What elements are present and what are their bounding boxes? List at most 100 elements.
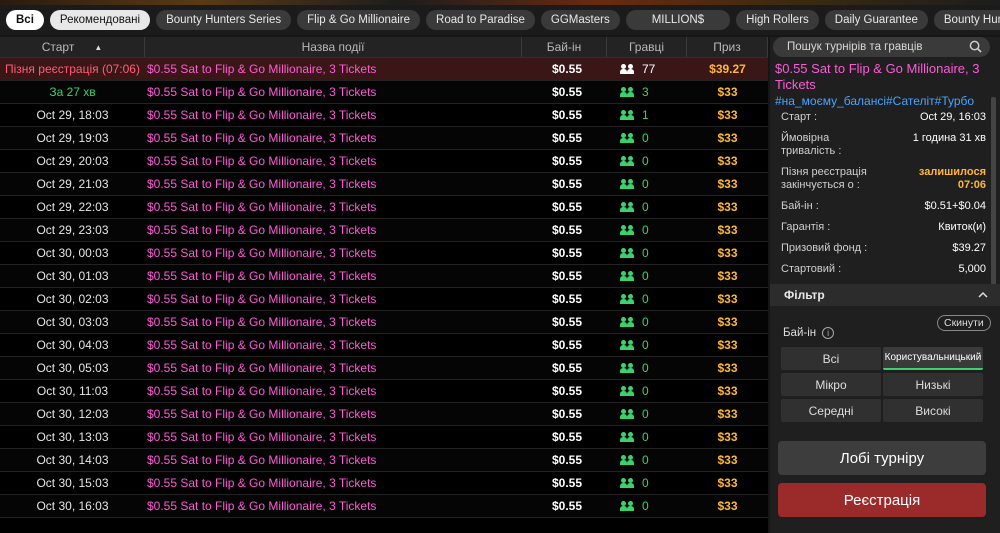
details-scrollbar[interactable] <box>991 97 996 287</box>
col-header-prize[interactable]: Приз <box>687 37 768 57</box>
row-prize: $33 <box>717 177 738 191</box>
row-buyin: $0.55 <box>551 108 583 122</box>
players-icon <box>620 501 634 511</box>
row-start-time: Oct 29, 23:03 <box>36 223 109 237</box>
row-prize: $33 <box>717 154 738 168</box>
filter-pill-flip-go[interactable]: Flip & Go Millionaire <box>297 10 421 30</box>
filter-pill-all[interactable]: Всі <box>6 10 44 30</box>
table-row[interactable]: Oct 30, 14:03 $0.55 Sat to Flip & Go Mill… <box>0 449 768 472</box>
row-buyin: $0.55 <box>551 476 583 490</box>
table-row[interactable]: Oct 29, 22:03 $0.55 Sat to Flip & Go Mill… <box>0 196 768 219</box>
row-start-time: Oct 30, 16:03 <box>36 499 109 513</box>
row-start-time: Oct 29, 19:03 <box>36 131 109 145</box>
tournament-details-panel: Пошук турнірів та гравців $0.55 Sat to F… <box>770 37 1000 533</box>
filter-pill-high-rollers[interactable]: High Rollers <box>736 10 819 30</box>
col-header-name[interactable]: Назва події <box>145 37 522 57</box>
players-icon <box>620 340 634 350</box>
table-row[interactable]: Oct 30, 16:03 $0.55 Sat to Flip & Go Mill… <box>0 495 768 518</box>
row-start-time: Oct 29, 22:03 <box>36 200 109 214</box>
players-icon <box>620 64 634 74</box>
buyin-option-low[interactable]: Низькі <box>883 373 983 396</box>
row-players: 0 <box>607 219 687 241</box>
table-row[interactable]: Oct 29, 20:03 $0.55 Sat to Flip & Go Mill… <box>0 150 768 173</box>
buyin-option-all[interactable]: Всі <box>781 347 881 370</box>
players-icon <box>620 87 634 97</box>
row-tournament-name: $0.55 Sat to Flip & Go Millionaire, 3 Ti… <box>147 315 377 329</box>
buyin-option-micro[interactable]: Мікро <box>781 373 881 396</box>
table-header: Старт ▲ Назва події Бай-ін Гравці Приз <box>0 37 768 58</box>
row-tournament-name: $0.55 Sat to Flip & Go Millionaire, 3 Ti… <box>147 476 377 490</box>
row-players-count: 0 <box>642 407 649 421</box>
row-buyin: $0.55 <box>551 338 583 352</box>
row-prize: $33 <box>717 131 738 145</box>
table-row[interactable]: Oct 30, 11:03 $0.55 Sat to Flip & Go Mill… <box>0 380 768 403</box>
row-prize: $33 <box>717 361 738 375</box>
table-row[interactable]: Oct 29, 18:03 $0.55 Sat to Flip & Go Mill… <box>0 104 768 127</box>
row-start-time: Oct 29, 21:03 <box>36 177 109 191</box>
buyin-option-medium[interactable]: Середні <box>781 399 881 422</box>
row-players: 0 <box>607 472 687 494</box>
tournament-title-text: $0.55 Sat to Flip & Go Millionaire, 3 Ti… <box>775 61 980 92</box>
table-row[interactable]: Oct 30, 04:03 $0.55 Sat to Flip & Go Mill… <box>0 334 768 357</box>
info-row: Старт : Oct 29, 16:03 <box>781 111 986 124</box>
register-button[interactable]: Реєстрація <box>778 483 986 517</box>
filter-pill-road-to-paradise[interactable]: Road to Paradise <box>426 10 535 30</box>
row-players: 0 <box>607 357 687 379</box>
filter-pill-ggmasters[interactable]: GGMasters <box>540 10 620 30</box>
row-buyin: $0.55 <box>551 85 583 99</box>
col-header-buyin[interactable]: Бай-ін <box>522 37 607 57</box>
table-row[interactable]: Oct 29, 21:03 $0.55 Sat to Flip & Go Mill… <box>0 173 768 196</box>
row-players-count: 0 <box>642 223 649 237</box>
row-players: 0 <box>607 495 687 517</box>
search-input[interactable]: Пошук турнірів та гравців <box>773 37 990 57</box>
row-players-count: 0 <box>642 177 649 191</box>
table-row[interactable]: Oct 29, 23:03 $0.55 Sat to Flip & Go Mill… <box>0 219 768 242</box>
info-label: Пізня реєстрація закінчується о : <box>781 166 867 191</box>
filter-pill-recommended[interactable]: Рекомендовані <box>49 10 151 30</box>
info-row: Ймовірна тривалість : 1 година 31 хв <box>781 132 986 158</box>
row-players-count: 0 <box>642 269 649 283</box>
players-icon <box>620 386 634 396</box>
col-header-players[interactable]: Гравці <box>607 37 687 57</box>
table-row[interactable]: За 27 хв $0.55 Sat to Flip & Go Millionai… <box>0 81 768 104</box>
search-icon[interactable] <box>969 40 982 53</box>
row-tournament-name: $0.55 Sat to Flip & Go Millionaire, 3 Ti… <box>147 407 377 421</box>
table-row[interactable]: Oct 30, 00:03 $0.55 Sat to Flip & Go Mill… <box>0 242 768 265</box>
table-body: Пізня реєстрація (07:06) $0.55 Sat to Fli… <box>0 58 768 533</box>
row-start-time: Oct 30, 13:03 <box>36 430 109 444</box>
info-value: $39.27 <box>952 242 986 254</box>
table-row[interactable]: Oct 30, 01:03 $0.55 Sat to Flip & Go Mill… <box>0 265 768 288</box>
buyin-option-high[interactable]: Високі <box>883 399 983 422</box>
row-prize: $33 <box>717 338 738 352</box>
reset-filter-button[interactable]: Скинути <box>937 315 991 331</box>
tournament-lobby-button[interactable]: Лобі турніру <box>778 441 986 475</box>
table-row[interactable]: Oct 30, 05:03 $0.55 Sat to Flip & Go Mill… <box>0 357 768 380</box>
table-row[interactable]: Oct 30, 13:03 $0.55 Sat to Flip & Go Mill… <box>0 426 768 449</box>
filter-pill-bounty-hunters-series[interactable]: Bounty Hunters Series <box>156 10 292 30</box>
row-buyin: $0.55 <box>551 361 583 375</box>
row-players: 77 <box>607 58 687 80</box>
buyin-option-custom[interactable]: Користувальницький <box>883 347 983 370</box>
row-buyin: $0.55 <box>551 177 583 191</box>
filter-pill-bounty-hunters[interactable]: Bounty Hunters <box>933 10 1000 30</box>
row-start-time: За 27 хв <box>49 85 96 99</box>
table-row[interactable]: Oct 30, 15:03 $0.55 Sat to Flip & Go Mill… <box>0 472 768 495</box>
filter-pill-millions[interactable]: MILLION$ <box>625 10 731 30</box>
table-row[interactable]: Oct 30, 12:03 $0.55 Sat to Flip & Go Mill… <box>0 403 768 426</box>
table-row[interactable]: Пізня реєстрація (07:06) $0.55 Sat to Fli… <box>0 58 768 81</box>
row-players: 0 <box>607 265 687 287</box>
info-label: Призовий фонд : <box>781 242 868 254</box>
info-icon[interactable]: i <box>822 327 835 339</box>
filter-section-header[interactable]: Фільтр <box>770 284 1000 306</box>
table-row[interactable]: Oct 30, 03:03 $0.55 Sat to Flip & Go Mill… <box>0 311 768 334</box>
info-label: Ймовірна тривалість : <box>781 132 842 157</box>
table-row[interactable]: Oct 29, 19:03 $0.55 Sat to Flip & Go Mill… <box>0 127 768 150</box>
col-header-start[interactable]: Старт ▲ <box>0 37 145 57</box>
players-icon <box>620 202 634 212</box>
filter-pill-daily-guarantee[interactable]: Daily Guarantee <box>824 10 928 30</box>
category-filter-bar: Всі Рекомендовані Bounty Hunters Series … <box>0 5 1000 35</box>
info-label: Бай-ін : <box>781 200 819 212</box>
table-row[interactable]: Oct 30, 02:03 $0.55 Sat to Flip & Go Mill… <box>0 288 768 311</box>
row-players: 0 <box>607 380 687 402</box>
row-tournament-name: $0.55 Sat to Flip & Go Millionaire, 3 Ti… <box>147 269 377 283</box>
